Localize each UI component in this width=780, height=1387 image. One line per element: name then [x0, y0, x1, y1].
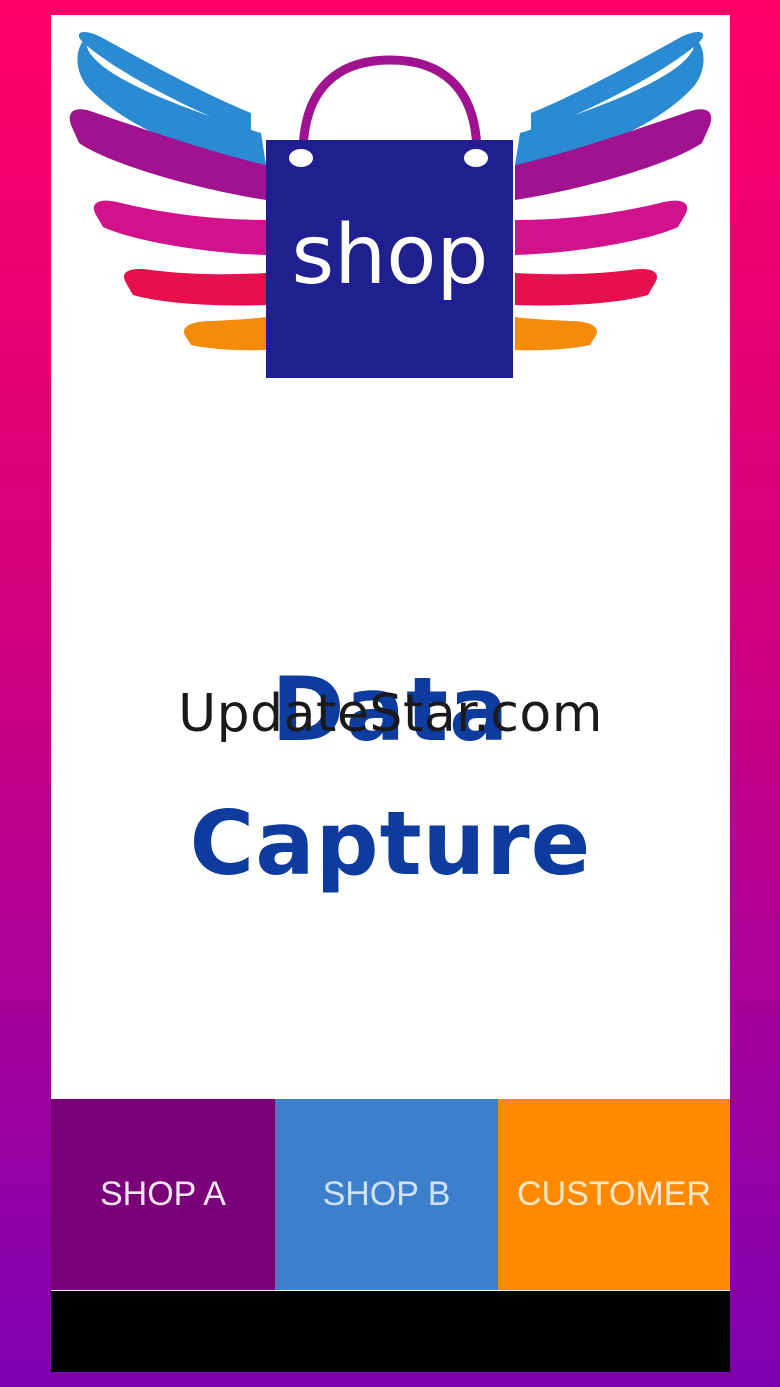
winged-shopping-bag-icon: shop [69, 31, 712, 378]
shop-logo: shop [51, 15, 730, 415]
app-screen: shop Data Capture UpdateStar.com SHOP A … [51, 15, 730, 1372]
logo-text: shop [292, 208, 489, 303]
shop-b-button[interactable]: SHOP B [275, 1099, 498, 1290]
watermark: UpdateStar.com [178, 684, 603, 744]
system-navigation-bar [51, 1291, 730, 1372]
bottom-tab-bar: SHOP A SHOP B CUSTOMER [51, 1099, 730, 1290]
customer-button[interactable]: CUSTOMER [498, 1099, 730, 1290]
shop-a-button[interactable]: SHOP A [51, 1099, 275, 1290]
title-line-2: Capture [189, 792, 592, 895]
